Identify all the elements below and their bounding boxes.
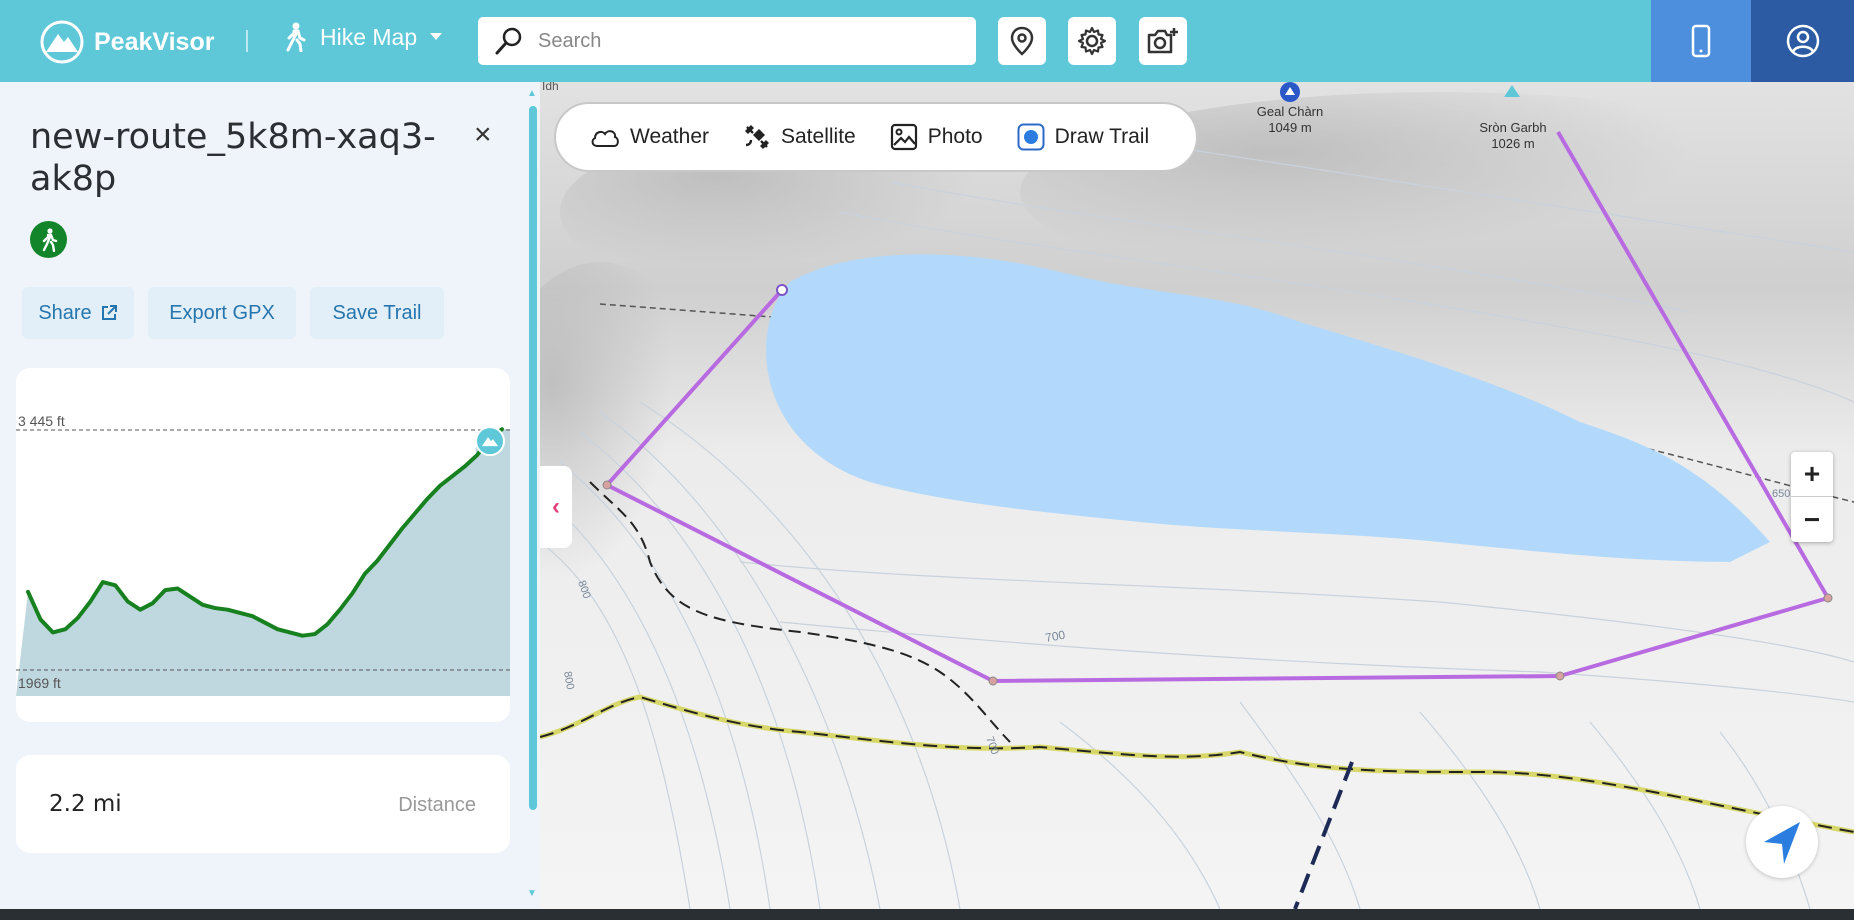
hiker-icon [286,22,306,52]
mode-selector[interactable]: Hike Map [282,22,443,52]
peak-label-sron-garbh[interactable]: Sròn Garbh 1026 m [1469,120,1557,152]
route-vertex[interactable] [988,676,998,686]
close-button[interactable]: × [474,118,492,152]
layer-satellite-label: Satellite [781,125,856,148]
checkbox-checked-icon[interactable] [1017,123,1045,151]
search-input[interactable] [538,29,938,53]
search-box[interactable] [478,17,976,65]
top-bar: PeakVisor Hike Map [0,0,1854,82]
layer-photo[interactable]: Photo [890,123,983,151]
sidebar-scrollbar[interactable] [529,106,537,810]
hiker-icon [42,227,57,252]
external-link-icon [101,305,117,320]
app-window: PeakVisor Hike Map Search new-route_5k8m… [0,0,1854,909]
peak-elevation: 1049 m [1268,120,1312,135]
peak-name: Geal Chàrn [1256,104,1324,119]
distance-value: 2.2 mi [49,791,122,817]
add-photo-button[interactable] [1139,17,1187,65]
image-icon [890,123,917,151]
save-trail-button[interactable]: Save Trail [310,287,444,339]
location-pin-icon [1010,26,1034,56]
layer-draw-trail[interactable]: Draw Trail [1017,123,1150,151]
map-layer-bar: Weather Satellite Photo Draw Trail [554,102,1198,172]
navigation-arrow-icon [1764,822,1800,864]
activity-badge [30,221,67,258]
route-vertex[interactable] [1555,671,1565,681]
scroll-down-arrow[interactable]: ▼ [527,888,537,899]
route-vertex[interactable] [602,480,612,490]
share-label: Share [38,301,92,324]
elevation-chart: 3 445 ft 1969 ft [16,413,510,696]
account-button[interactable] [1751,0,1854,82]
share-button[interactable]: Share [22,287,134,339]
elevation-area-fill [16,429,510,696]
camera-plus-icon [1147,28,1178,54]
zoom-control: + − [1791,452,1833,542]
logo[interactable]: PeakVisor [40,20,214,64]
peak-label-geal-charn[interactable]: Geal Chàrn 1049 m [1250,104,1330,136]
logo-text: PeakVisor [94,27,215,56]
header-divider [246,30,248,52]
location-button[interactable] [998,17,1046,65]
gear-icon [1077,26,1107,56]
contour-label: 650 [1772,488,1790,500]
search-icon [495,27,522,55]
summit-marker [475,426,505,457]
elevation-card: 3 445 ft 1969 ft [16,368,510,722]
route-start-point[interactable] [776,284,788,296]
cloud-icon [591,130,619,147]
map-canvas[interactable]: 700 650 800 800 700 Idh [540,82,1854,909]
mobile-app-button[interactable] [1651,0,1751,82]
satellite-icon [745,125,769,149]
distance-card: 2.2 mi Distance [16,755,510,853]
collapse-sidebar-button[interactable]: ‹ [540,466,572,548]
peakvisor-logo-icon [40,20,84,64]
zoom-in-button[interactable]: + [1791,452,1833,497]
layer-weather-label: Weather [630,125,709,148]
compass-button[interactable] [1746,806,1818,878]
peak-elevation: 1026 m [1491,136,1535,151]
distance-label: Distance [398,794,476,816]
export-gpx-button[interactable]: Export GPX [148,287,296,339]
mode-label: Hike Map [320,23,418,50]
phone-icon [1691,24,1711,58]
layer-photo-label: Photo [927,125,983,148]
map-view[interactable]: 700 650 800 800 700 Idh Geal Chàrn 1049 … [540,82,1854,909]
route-sidebar: new-route_5k8m-xaq3-ak8p × Share Export … [0,82,540,909]
layer-draw-trail-label: Draw Trail [1054,125,1150,148]
layer-satellite[interactable]: Satellite [743,123,856,151]
settings-button[interactable] [1068,17,1116,65]
layer-weather[interactable]: Weather [590,125,709,149]
scroll-up-arrow[interactable]: ▲ [527,88,537,99]
min-elevation-label: 1969 ft [18,675,61,691]
max-elevation-label: 3 445 ft [18,413,65,429]
route-vertex[interactable] [1823,593,1833,603]
user-icon [1786,24,1819,58]
zoom-out-button[interactable]: − [1791,497,1833,542]
peak-name: Sròn Garbh [1479,120,1547,135]
chevron-down-icon [430,33,443,40]
route-title: new-route_5k8m-xaq3-ak8p [30,117,436,199]
edge-label: Idh [542,82,559,93]
